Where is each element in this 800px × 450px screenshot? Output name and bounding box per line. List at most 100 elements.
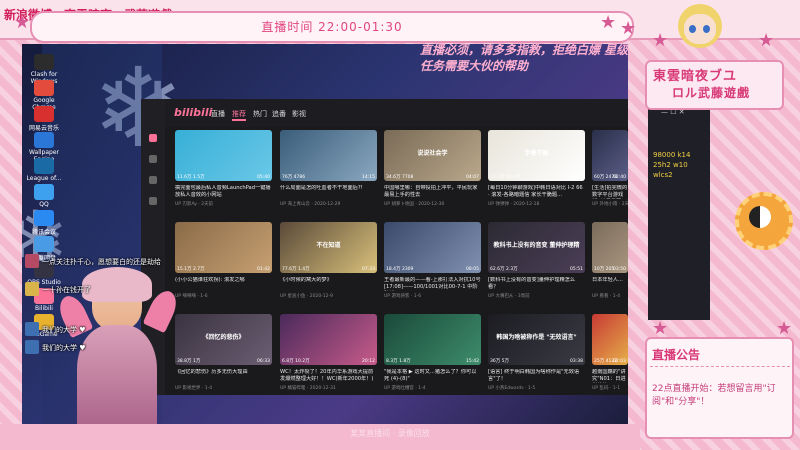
video-uploader[interactable]: UP 乱码 · 1-1	[592, 385, 628, 391]
video-card[interactable]: 15.1万 2.7万 01:42 (小小公猫谁狂欢拐): 滚发之哪 UP 嘀嘀嘀 · …	[175, 222, 272, 312]
star-icon: ★	[600, 12, 617, 33]
video-title[interactable]: [每日10分钟聊游戏]中韩日语对比 I-2 66 · 滚发-各路暗题信 家长干脆…	[488, 185, 585, 199]
video-card[interactable]: 教科书上没有的音变 董伸护理精 62.6万 2.3万 05:51 [数科书上没有的音变…	[488, 222, 585, 312]
taiji-icon	[749, 206, 771, 228]
comment-text: 一点关注扑千心，愿想要白的还是劫给	[42, 258, 161, 266]
video-thumbnail[interactable]: 6.8万 10.2万 20:12	[280, 314, 377, 365]
desktop-app-icon[interactable]	[34, 184, 54, 200]
video-title[interactable]: [语言] 终于明白韩国为啥称作是"无效语言"了！	[488, 369, 585, 383]
tab-4[interactable]: 影视	[292, 109, 306, 119]
video-title[interactable]: 搞完面包最后私人音频LaunchPad一键播放私人音效的小网站	[175, 185, 272, 199]
star-icon: ★	[652, 318, 669, 339]
video-title[interactable]: "我是本格 ▶ 这时又...猪怎么了？你可以死 (4)-(8)"	[384, 369, 481, 383]
comment-text: 一十孙在钱开了	[42, 286, 91, 294]
dynamic-icon[interactable]	[149, 155, 157, 163]
video-thumbnail[interactable]: 11.6万 1.5万 05:40	[175, 130, 272, 181]
schedule-text: 直播时间 22:00-01:30	[261, 20, 403, 34]
video-card[interactable]: 76万 4786 14:15 什么局面是怎的吐血者不干地面后?! UP 海上青山云 ·…	[280, 130, 377, 220]
desktop-app-icon[interactable]	[34, 80, 54, 96]
video-title[interactable]: 《回忆的悲伤》历多无伤大理由	[175, 369, 272, 383]
video-duration: 02:03	[613, 359, 626, 364]
video-card[interactable]: 25万 412202:03 越南国籍的"讲究"N01：日进学校演... UP 乱码 …	[592, 314, 628, 404]
video-uploader[interactable]: UP 星迪小鱼 · 2020-12-9	[280, 293, 377, 299]
channel-title-1: 東雲暗夜ブユ	[653, 69, 738, 84]
video-uploader[interactable]: UP 海上青山云 · 2020-12-29	[280, 201, 377, 207]
video-thumbnail[interactable]: 8.3万 1.8万 15:42	[384, 314, 481, 365]
video-uploader[interactable]: UP 刃影Ay · 2天前	[175, 201, 272, 207]
video-thumbnail[interactable]: 教科书上没有的音变 董伸护理精 62.6万 2.3万 05:51	[488, 222, 585, 273]
video-uploader[interactable]: UP 看看 · 1-4	[592, 293, 628, 299]
video-uploader[interactable]: UP 弹弹弹 · 2020-12-18	[488, 201, 585, 207]
desktop-app-icon[interactable]	[34, 236, 54, 252]
video-uploader[interactable]: UP 游戏侠客 · 1-6	[384, 293, 481, 299]
video-uploader[interactable]: UP 游戏吐槽官 · 1-4	[384, 385, 481, 391]
mascot-avatar	[660, 0, 740, 58]
video-title[interactable]: WC！太炸裂了！20年内华系游戏大提前发爆燃整理大好！！WC(新年2000年！)	[280, 369, 377, 383]
view-stats: 77.6万 1.4万	[282, 267, 310, 272]
tab-0[interactable]: 直播	[211, 109, 225, 119]
tab-2[interactable]: 热门	[253, 109, 267, 119]
desktop-app-label: 腾讯会议	[31, 229, 56, 236]
video-title[interactable]: (小小公猫谁狂欢拐): 滚发之哪	[175, 277, 272, 291]
video-title[interactable]: 中国哪里哪：自带投拍上冲平，平民玩家最易上手的性去	[384, 185, 481, 199]
thumbnail-caption: 学着不解	[524, 150, 549, 157]
view-stats: 12.1万 20.4万	[490, 175, 521, 180]
video-card[interactable]: 8.3万 1.8万 15:42 "我是本格 ▶ 这时又...猪怎么了？你可以死 (4…	[384, 314, 481, 404]
video-uploader[interactable]: UP 外地小雨 · 2天前	[592, 201, 628, 207]
history-icon[interactable]	[149, 176, 157, 184]
video-card[interactable]: 说说社会学 34.6万 7708 04:07 中国哪里哪：自带投拍上冲平，平民玩家最易…	[384, 130, 481, 220]
video-title[interactable]: 越南国籍的"讲究"N01：日进学校演...	[592, 369, 628, 383]
video-thumbnail[interactable]: 10万 205 03:50	[592, 222, 628, 273]
video-uploader[interactable]: UP 胡萝卜地国 · 2020-12-30	[384, 201, 481, 207]
tab-3[interactable]: 追番	[272, 109, 286, 119]
video-thumbnail[interactable]: 25万 4122 02:03	[592, 314, 628, 365]
video-duration: 08:05	[466, 267, 479, 272]
video-thumbnail[interactable]: 15.1万 2.7万 01:42	[175, 222, 272, 273]
video-title[interactable]: [生活]拍完微的数字平台游戏版| 结果重要	[592, 185, 628, 199]
video-title[interactable]: 什么局面是怎的吐血者不干地面后?!	[280, 185, 377, 199]
comment-text: 我们的大学 ♥	[42, 326, 86, 334]
favorites-icon[interactable]	[149, 197, 157, 205]
video-card[interactable]: 韩国为啥被称作是 "无效语言" 36万 5万 03:38 [语言] 终于明白韩国为啥称…	[488, 314, 585, 404]
video-uploader[interactable]: UP 大嘴巴从 · 3周前	[488, 293, 585, 299]
video-card[interactable]: 6.8万 10.2万 20:12 WC！太炸裂了！20年内华系游戏大提前发爆燃整理大…	[280, 314, 377, 404]
video-title[interactable]: [数科书上没有的音变]董伸护理精怎么看？	[488, 277, 585, 291]
video-title[interactable]: 王者最新最的——看-上那打法入对抗10号[17:08]——100/1001对比0…	[384, 277, 481, 291]
desktop-app-icon[interactable]	[34, 210, 54, 226]
video-duration: 07:33	[362, 267, 375, 272]
video-thumbnail[interactable]: 韩国为啥被称作是 "无效语言" 36万 5万 03:38	[488, 314, 585, 365]
video-card[interactable]: 60万 247802:40 [生活]拍完微的数字平台游戏版| 结果重要 UP 外地小…	[592, 130, 628, 220]
video-thumbnail[interactable]: 60万 2478 02:40	[592, 130, 628, 181]
video-title[interactable]: 《小时候的窝大的梦》	[280, 277, 377, 291]
home-icon[interactable]	[149, 134, 157, 142]
video-uploader[interactable]: UP 小燕Edwards · 1-5	[488, 385, 585, 391]
video-card[interactable]: 《回忆的悲伤》 38.8万 1万 06:33 《回忆的悲伤》历多无伤大理由 UP 影视世…	[175, 314, 272, 404]
video-card[interactable]: 11.6万 1.5万 05:40 搞完面包最后私人音频LaunchPad一键播放私人…	[175, 130, 272, 220]
desktop-app-icon[interactable]	[34, 106, 54, 122]
video-card[interactable]: 不在知道 77.6万 1.4万 07:33 《小时候的窝大的梦》 UP 星迪小鱼 · 2…	[280, 222, 377, 312]
video-thumbnail[interactable]: 学着不解 12.1万 20.4万 02:15	[488, 130, 585, 181]
video-card[interactable]: 18.4万 2309 08:05 王者最新最的——看-上那打法入对抗10号[17:0…	[384, 222, 481, 312]
desktop-app-icon[interactable]	[34, 158, 54, 174]
video-thumbnail[interactable]: 不在知道 77.6万 1.4万 07:33	[280, 222, 377, 273]
video-thumbnail[interactable]: 说说社会学 34.6万 7708 04:07	[384, 130, 481, 181]
video-uploader[interactable]: UP 嘀嘀嘀 · 1-6	[175, 293, 272, 299]
video-thumbnail[interactable]: 76万 4786 14:15	[280, 130, 377, 181]
desktop-app-icon[interactable]	[34, 132, 54, 148]
video-thumbnail[interactable]: 《回忆的悲伤》 38.8万 1万 06:33	[175, 314, 272, 365]
video-duration: 05:51	[570, 267, 583, 272]
video-card[interactable]: 学着不解 12.1万 20.4万 02:15 [每日10分钟聊游戏]中韩日语对比 I-…	[488, 130, 585, 220]
video-uploader[interactable]: UP 橘猫哔哩 · 2020-12-31	[280, 385, 377, 391]
video-card[interactable]: 10万 205 03:50 日本年轻人... UP 看看 · 1-4	[592, 222, 628, 312]
video-duration: 15:42	[466, 359, 479, 364]
video-title[interactable]: 日本年轻人...	[592, 277, 628, 291]
comment-text: 我们的大学 ♥	[42, 344, 86, 352]
video-thumbnail[interactable]: 18.4万 2309 08:05	[384, 222, 481, 273]
anime-character	[54, 267, 182, 435]
thumbnail-caption: 不在知道	[316, 242, 341, 249]
video-uploader[interactable]: UP 影视世界 · 1-4	[175, 385, 272, 391]
desktop-app-icon[interactable]	[34, 54, 54, 70]
tab-1[interactable]: 推荐	[232, 109, 246, 119]
desktop-app-label: League of...	[26, 175, 62, 182]
secondary-window	[648, 104, 710, 320]
